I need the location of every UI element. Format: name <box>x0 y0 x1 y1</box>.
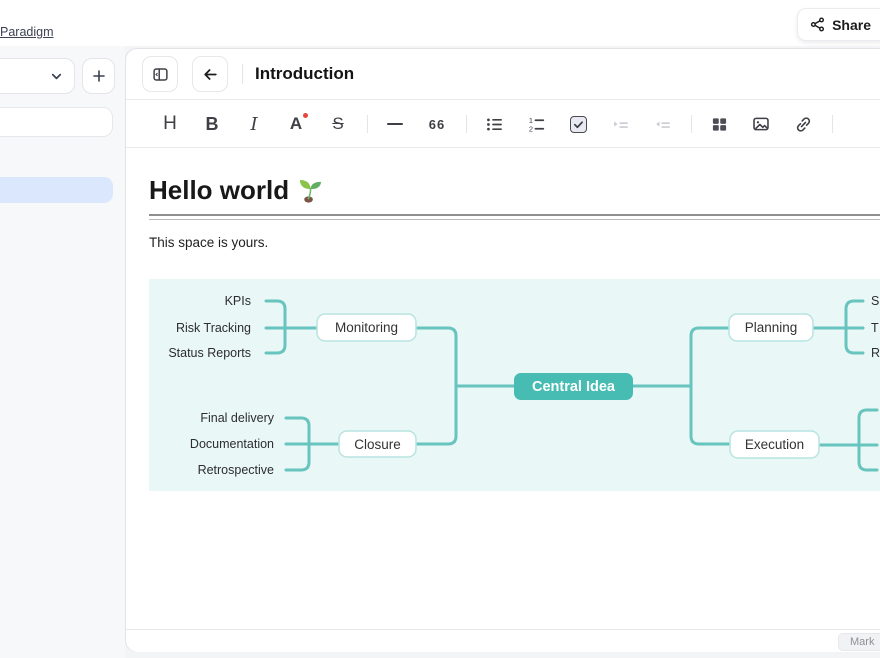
mindmap-leaf-label[interactable]: Documentation <box>190 437 274 451</box>
table-icon <box>711 116 728 133</box>
mindmap-node-monitoring[interactable]: Monitoring <box>317 314 416 341</box>
markdown-toggle-label: Mark <box>850 636 874 648</box>
panel-header: Introduction <box>126 49 880 100</box>
checkbox-icon <box>570 116 587 133</box>
image-icon <box>752 115 770 133</box>
toolbar-divider <box>832 115 833 133</box>
mindmap-node-execution[interactable]: Execution <box>730 431 819 458</box>
workspace-dropdown[interactable] <box>0 58 75 94</box>
new-doc-button[interactable] <box>82 58 115 94</box>
doc-paragraph[interactable]: This space is yours. <box>149 235 268 250</box>
panel-bottom-bar: Mark <box>126 629 880 652</box>
main-panel: Introduction H B I A S 66 1 <box>125 48 880 652</box>
back-arrow-icon <box>202 66 219 83</box>
format-toolbar: H B I A S 66 1 2 <box>126 101 880 148</box>
mindmap-leaf-label[interactable]: Final delivery <box>200 411 274 425</box>
mindmap-node-central-idea[interactable]: Central Idea <box>514 373 633 400</box>
quote-button[interactable]: 66 <box>422 109 452 139</box>
insert-image-button[interactable] <box>746 109 776 139</box>
chevron-down-icon <box>49 69 64 84</box>
mindmap-leaf-label[interactable]: Risk Tracking <box>176 321 251 335</box>
svg-text:Planning: Planning <box>745 320 798 335</box>
bullet-list-icon <box>486 116 503 133</box>
outdent-icon <box>654 116 671 133</box>
toolbar-divider <box>466 115 467 133</box>
bullet-list-button[interactable] <box>479 109 509 139</box>
header-divider <box>242 64 243 84</box>
mindmap-canvas[interactable]: KPIs Risk Tracking Status Reports Final … <box>149 279 880 491</box>
todo-list-button[interactable] <box>563 109 593 139</box>
svg-text:Monitoring: Monitoring <box>335 320 398 335</box>
toggle-sidebar-button[interactable] <box>142 56 178 92</box>
mindmap-leaf-label[interactable]: Retrospective <box>198 463 274 477</box>
share-button[interactable]: Share <box>797 8 880 41</box>
workspace-link[interactable]: Paradigm <box>0 25 54 39</box>
mindmap-leaf-label-clipped[interactable]: R <box>871 346 880 360</box>
horizontal-rule-icon <box>387 123 403 125</box>
mindmap-leaf-label[interactable]: KPIs <box>225 294 251 308</box>
svg-text:Closure: Closure <box>354 437 401 452</box>
sidebar-search-box[interactable] <box>0 107 113 137</box>
mindmap-leaf-label-clipped[interactable]: T <box>871 321 879 335</box>
indent-button[interactable] <box>605 109 635 139</box>
svg-text:Execution: Execution <box>745 437 804 452</box>
markdown-toggle-button[interactable]: Mark <box>838 633 880 651</box>
doc-heading[interactable]: Hello world <box>149 175 323 206</box>
mindmap-node-closure[interactable]: Closure <box>339 431 416 457</box>
svg-text:Central Idea: Central Idea <box>532 379 616 395</box>
mindmap-leaf-label-clipped[interactable]: S <box>871 294 879 308</box>
insert-link-button[interactable] <box>788 109 818 139</box>
sidebar <box>0 46 125 658</box>
top-bar: Paradigm Share <box>0 0 880 46</box>
heading-button[interactable]: H <box>155 109 185 139</box>
sidebar-selected-doc[interactable] <box>0 177 113 203</box>
link-icon <box>795 116 812 133</box>
numbered-list-button[interactable]: 1 2 <box>521 109 551 139</box>
outdent-button[interactable] <box>647 109 677 139</box>
svg-text:2: 2 <box>528 124 532 132</box>
text-color-button[interactable]: A <box>281 109 311 139</box>
plus-icon <box>91 68 107 84</box>
share-icon <box>810 17 825 32</box>
toolbar-divider <box>367 115 368 133</box>
back-button[interactable] <box>192 56 228 92</box>
toolbar-divider <box>691 115 692 133</box>
mindmap-node-planning[interactable]: Planning <box>729 314 813 341</box>
seedling-emoji <box>298 178 323 203</box>
italic-button[interactable]: I <box>239 109 269 139</box>
bold-button[interactable]: B <box>197 109 227 139</box>
divider-block-button[interactable] <box>380 109 410 139</box>
indent-icon <box>612 116 629 133</box>
strikethrough-button[interactable]: S <box>323 109 353 139</box>
doc-heading-text: Hello world <box>149 175 289 206</box>
insert-table-button[interactable] <box>704 109 734 139</box>
double-rule-divider <box>149 214 880 220</box>
mindmap-leaf-label[interactable]: Status Reports <box>168 346 251 360</box>
numbered-list-icon: 1 2 <box>528 116 545 133</box>
panel-toggle-icon <box>152 66 169 83</box>
page-title: Introduction <box>255 64 354 84</box>
share-label: Share <box>832 17 871 33</box>
